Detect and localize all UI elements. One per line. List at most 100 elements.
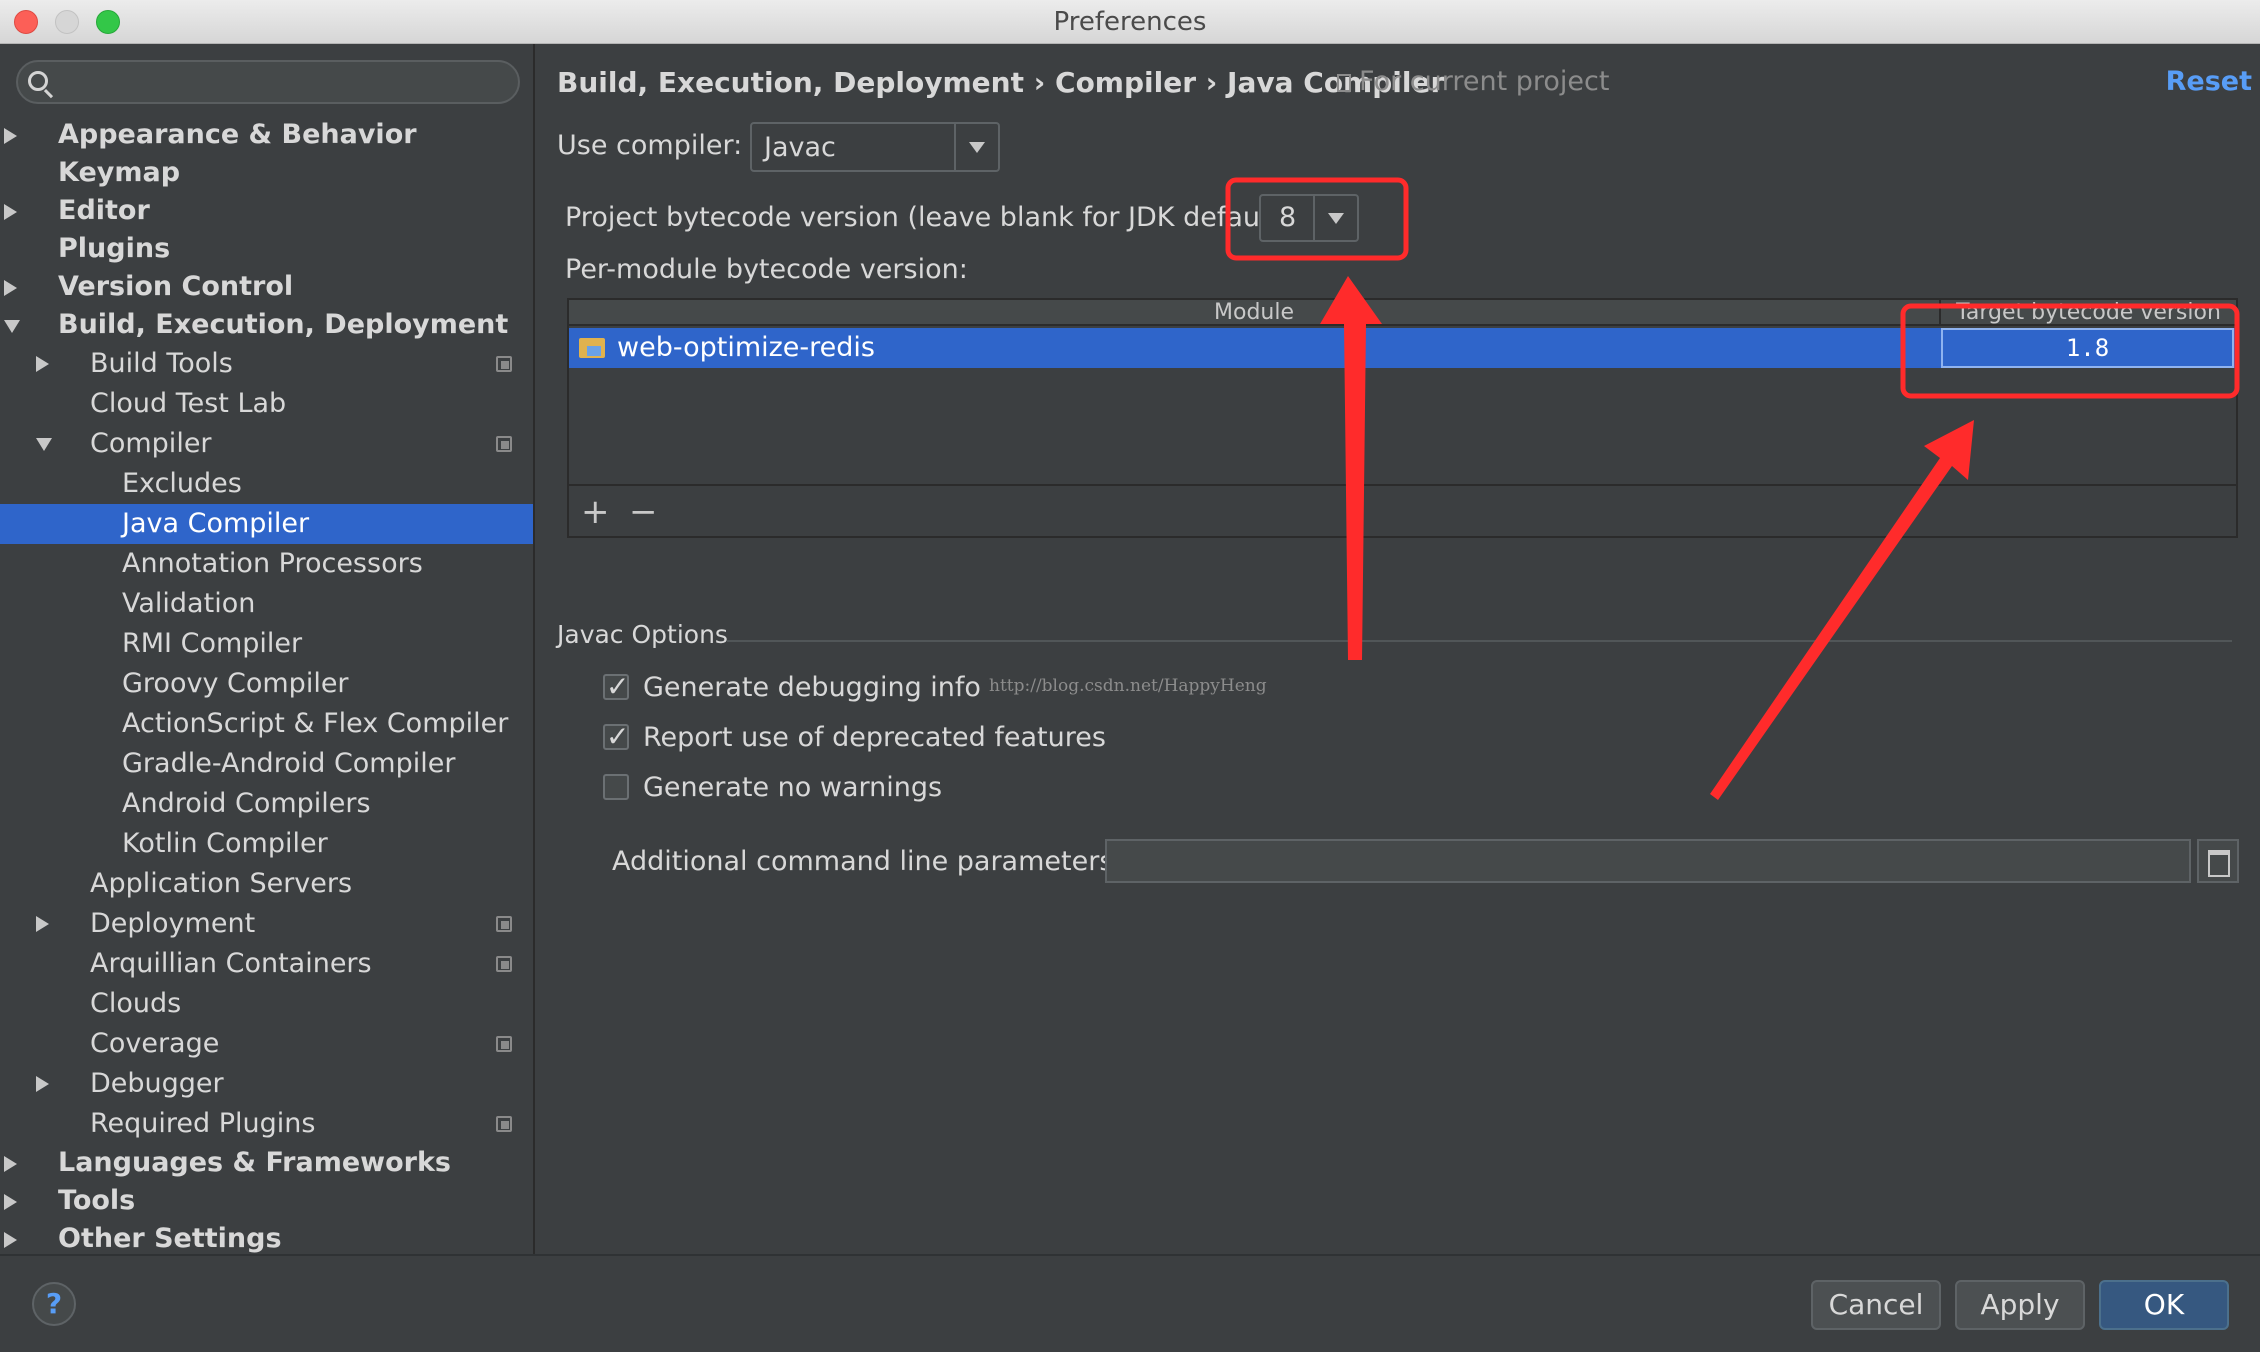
sidebar-item[interactable]: Excludes	[0, 464, 533, 504]
sidebar-item-label: Arquillian Containers	[90, 948, 372, 979]
sidebar-item[interactable]: Clouds	[0, 984, 533, 1024]
deprecation-checkbox[interactable]	[603, 720, 629, 753]
collapsed-arrow-icon[interactable]	[4, 1156, 17, 1172]
collapsed-arrow-icon[interactable]	[4, 1194, 17, 1210]
sidebar-item[interactable]: Android Compilers	[0, 784, 533, 824]
sidebar-item[interactable]: Editor	[0, 192, 533, 230]
sidebar-item-label: Compiler	[90, 428, 212, 459]
project-scope-icon	[496, 916, 512, 932]
column-header-target[interactable]: Target bytecode version	[1939, 300, 2236, 326]
title-bar: Preferences	[0, 0, 2260, 44]
expanded-arrow-icon[interactable]	[4, 320, 20, 333]
apply-button[interactable]: Apply	[1955, 1280, 2085, 1330]
add-module-button[interactable]: +	[581, 492, 610, 532]
sidebar-item-label: Kotlin Compiler	[122, 828, 328, 859]
project-scope-icon	[496, 956, 512, 972]
sidebar-item[interactable]: Kotlin Compiler	[0, 824, 533, 864]
collapsed-arrow-icon[interactable]	[4, 128, 17, 144]
no-warnings-checkbox[interactable]	[603, 774, 629, 800]
cancel-button[interactable]: Cancel	[1811, 1280, 1941, 1330]
collapsed-arrow-icon[interactable]	[36, 356, 49, 372]
collapsed-arrow-icon[interactable]	[36, 916, 49, 932]
java-compiler-panel: Build, Execution, Deployment › Compiler …	[537, 44, 2260, 1254]
sidebar-item-label: Version Control	[58, 271, 294, 302]
sidebar-item[interactable]: Other Settings	[0, 1220, 533, 1258]
sidebar-item-label: Groovy Compiler	[122, 668, 349, 699]
sidebar-item[interactable]: Coverage	[0, 1024, 533, 1064]
sidebar-item-label: RMI Compiler	[122, 628, 303, 659]
ok-button[interactable]: OK	[2099, 1280, 2229, 1330]
sidebar-item[interactable]: Required Plugins	[0, 1104, 533, 1144]
table-header: Module Target bytecode version	[569, 300, 2236, 326]
sidebar-item[interactable]: Version Control	[0, 268, 533, 306]
sidebar-item-label: Annotation Processors	[122, 548, 423, 579]
project-bytecode-select[interactable]: 8	[1259, 194, 1359, 242]
sidebar-item-label: Coverage	[90, 1028, 220, 1059]
module-name: web-optimize-redis	[617, 332, 875, 363]
collapsed-arrow-icon[interactable]	[4, 204, 17, 220]
project-scope-icon	[496, 436, 512, 452]
sidebar-item-label: Clouds	[90, 988, 182, 1019]
project-scope-icon	[1337, 74, 1351, 92]
sidebar-item[interactable]: Groovy Compiler	[0, 664, 533, 704]
chevron-down-icon[interactable]	[1313, 196, 1357, 240]
sidebar-item[interactable]: Tools	[0, 1182, 533, 1220]
sidebar-item[interactable]: Compiler	[0, 424, 533, 464]
watermark: http://blog.csdn.net/HappyHeng	[989, 676, 1267, 696]
collapsed-arrow-icon[interactable]	[36, 1076, 49, 1092]
sidebar-item-label: Editor	[58, 195, 150, 226]
sidebar-item[interactable]: Cloud Test Lab	[0, 384, 533, 424]
deprecation-label: Report use of deprecated features	[643, 722, 1106, 753]
target-bytecode-cell[interactable]: 1.8	[1941, 328, 2234, 368]
project-scope-icon	[496, 1116, 512, 1132]
command-line-params-input[interactable]	[1105, 839, 2191, 883]
sidebar-item-label: Tools	[58, 1185, 136, 1216]
params-label: Additional command line parameters:	[612, 846, 1123, 877]
collapsed-arrow-icon[interactable]	[4, 280, 17, 296]
sidebar-item[interactable]: RMI Compiler	[0, 624, 533, 664]
sidebar-item[interactable]: Appearance & Behavior	[0, 116, 533, 154]
sidebar-item[interactable]: Annotation Processors	[0, 544, 533, 584]
table-row[interactable]: web-optimize-redis 1.8	[569, 328, 2236, 368]
sidebar-item[interactable]: Plugins	[0, 230, 533, 268]
section-divider	[727, 640, 2232, 642]
sidebar-item-label: Android Compilers	[122, 788, 371, 819]
dialog-footer: ? Cancel Apply OK	[0, 1254, 2260, 1352]
window-title: Preferences	[1053, 7, 1207, 37]
sidebar-item-label: ActionScript & Flex Compiler	[122, 708, 509, 739]
chevron-down-icon[interactable]	[954, 124, 998, 170]
sidebar-item-label: Appearance & Behavior	[58, 119, 417, 150]
search-input[interactable]	[16, 60, 520, 104]
sidebar-item[interactable]: Gradle-Android Compiler	[0, 744, 533, 784]
sidebar-item[interactable]: Build Tools	[0, 344, 533, 384]
sidebar-item-label: Keymap	[58, 157, 181, 188]
sidebar-item[interactable]: Application Servers	[0, 864, 533, 904]
scope-label: For current project	[1359, 66, 1610, 97]
sidebar-item[interactable]: Arquillian Containers	[0, 944, 533, 984]
project-bytecode-value: 8	[1279, 202, 1297, 233]
use-compiler-select[interactable]: Javac	[750, 122, 1000, 172]
collapsed-arrow-icon[interactable]	[4, 1232, 17, 1248]
column-header-module[interactable]: Module	[569, 300, 1939, 325]
breadcrumb: Build, Execution, Deployment › Compiler …	[557, 66, 1445, 99]
sidebar-item[interactable]: ActionScript & Flex Compiler	[0, 704, 533, 744]
debug-info-checkbox[interactable]	[603, 670, 629, 703]
sidebar-item-label: Other Settings	[58, 1223, 282, 1254]
sidebar-item-label: Build Tools	[90, 348, 233, 379]
sidebar-item[interactable]: Keymap	[0, 154, 533, 192]
no-warnings-label: Generate no warnings	[643, 772, 943, 803]
sidebar-item[interactable]: Languages & Frameworks	[0, 1144, 533, 1182]
remove-module-button[interactable]: −	[629, 492, 658, 532]
sidebar-item[interactable]: Debugger	[0, 1064, 533, 1104]
sidebar-item[interactable]: Java Compiler	[0, 504, 533, 544]
help-button[interactable]: ?	[32, 1282, 76, 1326]
sidebar-item[interactable]: Deployment	[0, 904, 533, 944]
sidebar-item[interactable]: Validation	[0, 584, 533, 624]
per-module-label: Per-module bytecode version:	[565, 254, 968, 285]
expanded-arrow-icon[interactable]	[36, 438, 52, 451]
expand-field-icon[interactable]	[2197, 839, 2239, 883]
project-scope-icon	[496, 1036, 512, 1052]
sidebar-item[interactable]: Build, Execution, Deployment	[0, 306, 533, 344]
reset-link[interactable]: Reset	[2166, 66, 2252, 97]
sidebar-item-label: Excludes	[122, 468, 242, 499]
